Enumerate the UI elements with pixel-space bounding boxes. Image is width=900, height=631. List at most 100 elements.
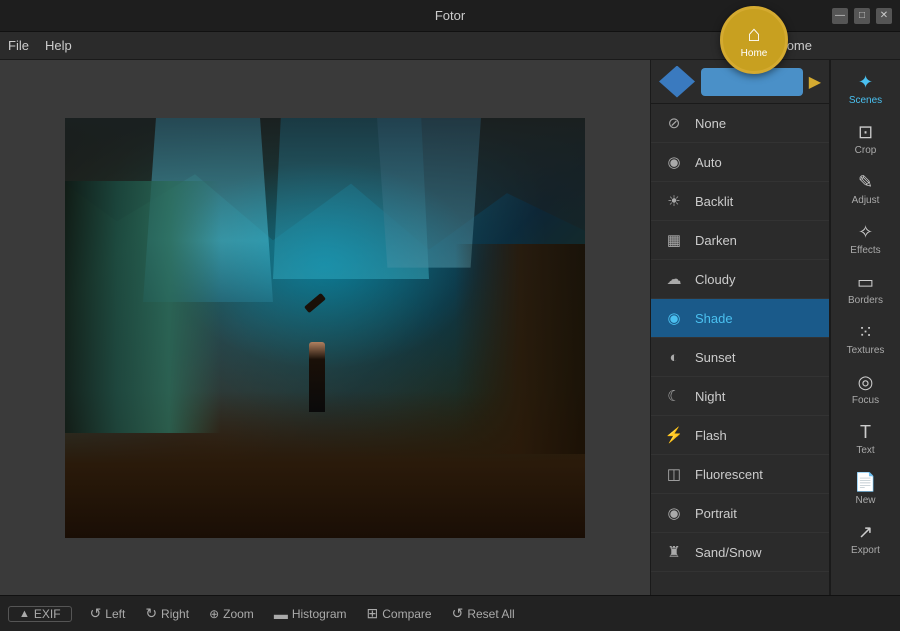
scene-icon-none: ⊘ (663, 112, 685, 134)
center-panel: ▶ ⊘ None ◉ Auto ☀ Backlit ▦ Darken ☁ Clo… (650, 60, 830, 595)
scene-label-portrait: Portrait (695, 506, 737, 521)
close-button[interactable]: ✕ (876, 8, 892, 24)
toolbar-item-effects[interactable]: ✧ Effects (831, 214, 900, 264)
menu-file[interactable]: File (8, 38, 29, 53)
toolbar-item-textures[interactable]: ⁙ Textures (831, 314, 900, 364)
toolbar-item-text[interactable]: T Text (831, 414, 900, 464)
toolbar-label-new: New (855, 495, 875, 506)
toolbar-label-export: Export (851, 545, 880, 556)
scene-label-cloudy: Cloudy (695, 272, 735, 287)
scene-icon-sand-snow: ♜ (663, 541, 685, 563)
toolbar-label-text: Text (856, 445, 874, 456)
scene-label-sand-snow: Sand/Snow (695, 545, 762, 560)
content-area: ▶ ⊘ None ◉ Auto ☀ Backlit ▦ Darken ☁ Clo… (0, 60, 900, 595)
scene-label-auto: Auto (695, 155, 722, 170)
zoom-icon: ⊕ (209, 607, 219, 621)
right-rotate-button[interactable]: ↻ Right (135, 596, 199, 631)
scene-label-backlit: Backlit (695, 194, 733, 209)
reset-all-button[interactable]: ↺ Reset All (442, 596, 525, 631)
left-rotate-label: Left (105, 607, 125, 621)
scene-label-shade: Shade (695, 311, 733, 326)
toolbar-icon-effects: ✧ (858, 222, 873, 243)
scene-label-fluorescent: Fluorescent (695, 467, 763, 482)
toolbar-item-focus[interactable]: ◎ Focus (831, 364, 900, 414)
scene-icon-sunset: ◐ (663, 346, 685, 368)
scene-item-darken[interactable]: ▦ Darken (651, 221, 829, 260)
toolbar-item-crop[interactable]: ⊡ Crop (831, 114, 900, 164)
exif-button[interactable]: ▲ EXIF (8, 606, 72, 622)
scene-item-cloudy[interactable]: ☁ Cloudy (651, 260, 829, 299)
toolbar-label-borders: Borders (848, 295, 883, 306)
histogram-button[interactable]: ▬ Histogram (264, 596, 357, 631)
toolbar-icon-adjust: ✎ (858, 172, 873, 193)
minimize-button[interactable]: — (832, 8, 848, 24)
toolbar-item-borders[interactable]: ▭ Borders (831, 264, 900, 314)
toolbar-label-crop: Crop (855, 145, 877, 156)
scene-item-flash[interactable]: ⚡ Flash (651, 416, 829, 455)
zoom-button[interactable]: ⊕ Zoom (199, 596, 264, 631)
scene-label-night: Night (695, 389, 725, 404)
scene-item-sunset[interactable]: ◐ Sunset (651, 338, 829, 377)
histogram-icon: ▬ (274, 606, 288, 622)
compare-button[interactable]: ⊞ Compare (357, 596, 442, 631)
toolbar-label-adjust: Adjust (852, 195, 880, 206)
left-wall (65, 181, 221, 433)
scene-item-auto[interactable]: ◉ Auto (651, 143, 829, 182)
scenes-list: ⊘ None ◉ Auto ☀ Backlit ▦ Darken ☁ Cloud… (651, 104, 829, 595)
toolbar-icon-crop: ⊡ (858, 122, 873, 143)
scene-icon-cloudy: ☁ (663, 268, 685, 290)
toolbar-icon-export: ↗ (858, 522, 873, 543)
toolbar-label-textures: Textures (847, 345, 885, 356)
right-rotate-label: Right (161, 607, 189, 621)
toolbar-icon-new: 📄 (854, 472, 876, 493)
scene-item-backlit[interactable]: ☀ Backlit (651, 182, 829, 221)
photo-canvas (65, 118, 585, 538)
tab-diamond[interactable] (659, 66, 695, 98)
right-rotate-icon: ↻ (145, 605, 157, 622)
toolbar-item-scenes[interactable]: ✦ Scenes (831, 64, 900, 114)
exif-label: EXIF (34, 607, 61, 621)
toolbar-icon-scenes: ✦ (858, 72, 873, 93)
toolbar-item-new[interactable]: 📄 New (831, 464, 900, 514)
scene-item-shade[interactable]: ◉ Shade (651, 299, 829, 338)
scene-item-none[interactable]: ⊘ None (651, 104, 829, 143)
toolbar-item-export[interactable]: ↗ Export (831, 514, 900, 564)
home-circle-label: Home (741, 48, 768, 59)
right-toolbar: ✦ Scenes ⊡ Crop ✎ Adjust ✧ Effects ▭ Bor… (830, 60, 900, 595)
scene-icon-shade: ◉ (663, 307, 685, 329)
scene-label-sunset: Sunset (695, 350, 735, 365)
scene-label-flash: Flash (695, 428, 727, 443)
compare-label: Compare (382, 607, 431, 621)
app-title: Fotor (435, 8, 465, 23)
scene-item-night[interactable]: ☾ Night (651, 377, 829, 416)
scene-label-darken: Darken (695, 233, 737, 248)
tab-arrow[interactable]: ▶ (809, 72, 821, 92)
toolbar-label-focus: Focus (852, 395, 879, 406)
left-rotate-button[interactable]: ↺ Left (80, 596, 136, 631)
window-controls: — □ ✕ (832, 8, 892, 24)
scene-icon-backlit: ☀ (663, 190, 685, 212)
scene-item-sand-snow[interactable]: ♜ Sand/Snow (651, 533, 829, 572)
scene-item-portrait[interactable]: ◉ Portrait (651, 494, 829, 533)
home-circle-icon: ⌂ (747, 21, 760, 47)
scene-item-fluorescent[interactable]: ◫ Fluorescent (651, 455, 829, 494)
app-window: Fotor — □ ✕ ⌂ Home File Help ⌂ Home (0, 0, 900, 631)
left-rotate-icon: ↺ (90, 605, 102, 622)
right-wall (455, 244, 585, 454)
bottom-bar: ▲ EXIF ↺ Left ↻ Right ⊕ Zoom ▬ Histogram… (0, 595, 900, 631)
menu-help[interactable]: Help (45, 38, 72, 53)
reset-icon: ↺ (452, 605, 464, 622)
toolbar-icon-focus: ◎ (858, 372, 874, 393)
toolbar-icon-textures: ⁙ (858, 322, 873, 343)
home-circle-button[interactable]: ⌂ Home (720, 6, 788, 74)
scene-icon-auto: ◉ (663, 151, 685, 173)
title-bar: Fotor — □ ✕ ⌂ Home (0, 0, 900, 32)
scene-icon-darken: ▦ (663, 229, 685, 251)
photo-background (65, 118, 585, 538)
scene-icon-night: ☾ (663, 385, 685, 407)
maximize-button[interactable]: □ (854, 8, 870, 24)
histogram-label: Histogram (292, 607, 347, 621)
compare-icon: ⊞ (367, 605, 379, 622)
canvas-area (0, 60, 650, 595)
toolbar-item-adjust[interactable]: ✎ Adjust (831, 164, 900, 214)
